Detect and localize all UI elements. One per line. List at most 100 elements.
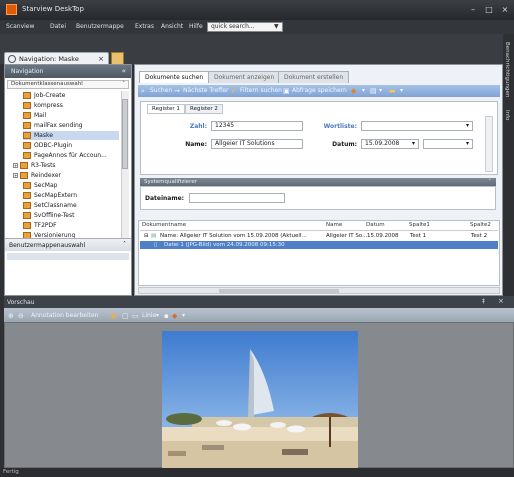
search-button[interactable]: Suchen	[150, 87, 172, 94]
menu-datei[interactable]: Datei	[50, 23, 66, 30]
tree-item[interactable]: SetClassname	[23, 201, 119, 210]
search-icon[interactable]: ⌕	[141, 87, 145, 96]
cell-datum: 15.09.2008	[367, 233, 399, 239]
quick-search-input[interactable]: quick search... ▼	[207, 22, 283, 32]
table-row[interactable]: ⊟ ▤ Name: Allgeier IT Solution vom 15.09…	[140, 232, 498, 240]
tree-item-label: Reindexer	[31, 172, 61, 179]
tree-item-label: SvOffline-Test	[34, 212, 75, 219]
tree-item-label: ODBC-Plugin	[34, 142, 73, 149]
menu-hilfe[interactable]: Hilfe	[189, 23, 203, 30]
tree-item[interactable]: PageAnnos für Accoun...	[23, 151, 119, 160]
chevron-down-icon[interactable]: ▾	[466, 122, 469, 130]
chevron-down-icon[interactable]: ▾	[412, 140, 415, 148]
close-button[interactable]: ×	[498, 4, 512, 15]
menu-benutzermappe[interactable]: Benutzermappe	[76, 23, 124, 30]
line-icon[interactable]: ▭	[132, 312, 139, 320]
row-expander-icon[interactable]: ⊟	[144, 232, 149, 240]
menu-extras[interactable]: Extras	[135, 23, 154, 30]
document-class-icon	[23, 102, 31, 109]
wortliste-select[interactable]: ▾	[361, 121, 473, 131]
datum-to-input[interactable]: ▾	[423, 139, 473, 149]
col-name[interactable]: Name	[326, 222, 342, 228]
zoom-in-icon[interactable]: ⊕	[8, 312, 14, 320]
maximize-button[interactable]: □	[482, 4, 496, 15]
eraser-icon[interactable]: ◆	[351, 87, 356, 95]
stamp-icon[interactable]: ▢	[122, 312, 129, 320]
collapse-icon[interactable]: «	[122, 67, 126, 75]
tree-item[interactable]: SecMapExtern	[23, 191, 119, 200]
datum-from-input[interactable]: 15.09.2008 ▾	[361, 139, 419, 149]
col-datum[interactable]: Datum	[366, 222, 385, 228]
dateiname-label: Dateiname:	[145, 195, 185, 202]
dock-benachrichtigungen[interactable]: Benachrichtigungen	[504, 42, 510, 97]
filter-search-button[interactable]: Filtern suchen	[240, 87, 282, 94]
eraser-icon[interactable]: ◆	[172, 312, 177, 320]
col-dokumentname[interactable]: Dokumentname	[142, 222, 186, 228]
cell-spalte2: Test 2	[471, 233, 488, 239]
folder-icon[interactable]: ▬	[389, 87, 396, 95]
document-class-selector[interactable]: Dokumentklassenauswahl ˄	[7, 80, 129, 89]
zoom-out-icon[interactable]: ⊖	[18, 312, 24, 320]
tree-item[interactable]: ODBC-Plugin	[23, 141, 119, 150]
status-bar: Fertig	[0, 468, 514, 477]
collapse-icon[interactable]: ˄	[488, 178, 491, 186]
pin-icon[interactable]: ‡	[482, 298, 485, 305]
dropdown-arrow-icon[interactable]: ▼	[274, 23, 279, 31]
print-icon[interactable]: ▤	[370, 87, 377, 95]
tree-item[interactable]: SecMap	[23, 181, 119, 190]
chevron-up-icon[interactable]: ˄	[122, 81, 125, 88]
document-class-icon	[23, 132, 31, 139]
cell-spalte1: Test 1	[410, 233, 427, 239]
tree-item[interactable]: TF2PDF	[23, 221, 119, 230]
tree-expander-icon[interactable]: +	[13, 173, 18, 178]
dock-info[interactable]: Info	[504, 110, 510, 120]
dropdown-arrow-icon[interactable]: ▾	[379, 87, 382, 94]
tree-item[interactable]: + Reindexer	[13, 171, 119, 180]
menu-ansicht[interactable]: Ansicht	[161, 23, 183, 30]
minimize-button[interactable]: –	[466, 4, 480, 15]
tree-item[interactable]: kompress	[23, 101, 119, 110]
tab-dokumente-suchen[interactable]: Dokumente suchen	[139, 71, 210, 83]
dropdown-arrow-icon[interactable]: ▾	[182, 312, 185, 319]
form-scrollbar[interactable]	[485, 116, 493, 172]
user-folder-selector[interactable]: Benutzermappenauswahl ˄	[5, 238, 131, 251]
tab-dokument-anzeigen[interactable]: Dokument anzeigen	[208, 71, 281, 83]
tab-dokument-erstellen[interactable]: Dokument erstellen	[278, 71, 350, 83]
tab-register-2[interactable]: Register 2	[185, 104, 223, 114]
arrow-right-icon: →	[174, 87, 180, 95]
tree-item[interactable]: SvOffline-Test	[23, 211, 119, 220]
tree-item[interactable]: + R3-Tests	[13, 161, 119, 170]
tree-expander-icon[interactable]: +	[13, 163, 18, 168]
chevron-down-icon[interactable]: ▾	[466, 140, 469, 148]
next-hits-button[interactable]: Nächste Treffer	[183, 87, 228, 94]
zahl-label: Zahl:	[189, 123, 207, 130]
color-icon[interactable]: ▪	[164, 312, 169, 320]
table-row[interactable]: ▯ Datei 1 (JPG-Bild) vom 24.09.2008 09:1…	[140, 241, 498, 249]
dateiname-input[interactable]	[189, 193, 285, 203]
tree-item[interactable]: mailFax sending	[23, 121, 119, 130]
note-icon[interactable]: ▣	[110, 312, 117, 320]
tree-item[interactable]: Mail	[23, 111, 119, 120]
line-tool-button[interactable]: Linie	[142, 312, 156, 319]
dropdown-arrow-icon[interactable]: ▾	[156, 312, 159, 319]
zahl-input[interactable]: 12345	[211, 121, 303, 131]
dropdown-arrow-icon[interactable]: ▾	[400, 87, 403, 94]
header-divider	[140, 230, 498, 231]
menu-scanview[interactable]: Scanview	[6, 23, 34, 30]
preview-close-icon[interactable]: ×	[498, 297, 504, 305]
col-spalte2[interactable]: Spalte2	[470, 222, 491, 228]
name-input[interactable]: Allgeier IT Solutions	[211, 139, 303, 149]
system-qualifier-header: Systemqualifizierer ˄	[140, 178, 496, 186]
col-spalte1[interactable]: Spalte1	[409, 222, 430, 228]
chevron-up-icon[interactable]: ˄	[123, 241, 126, 248]
tree-scrollbar-thumb[interactable]	[122, 99, 128, 169]
tree-item-label: SetClassname	[34, 202, 77, 209]
tree-item[interactable]: Maske	[23, 131, 119, 140]
dropdown-arrow-icon[interactable]: ▾	[362, 87, 365, 94]
results-horizontal-scrollbar[interactable]	[138, 287, 500, 294]
scrollbar-thumb[interactable]	[219, 289, 339, 293]
tab-register-1[interactable]: Register 1	[147, 104, 185, 114]
save-query-button[interactable]: Abfrage speichern	[292, 87, 347, 94]
tree-item[interactable]: Job-Create	[23, 91, 119, 100]
annotation-edit-button[interactable]: Annotation bearbeiten	[31, 312, 98, 319]
